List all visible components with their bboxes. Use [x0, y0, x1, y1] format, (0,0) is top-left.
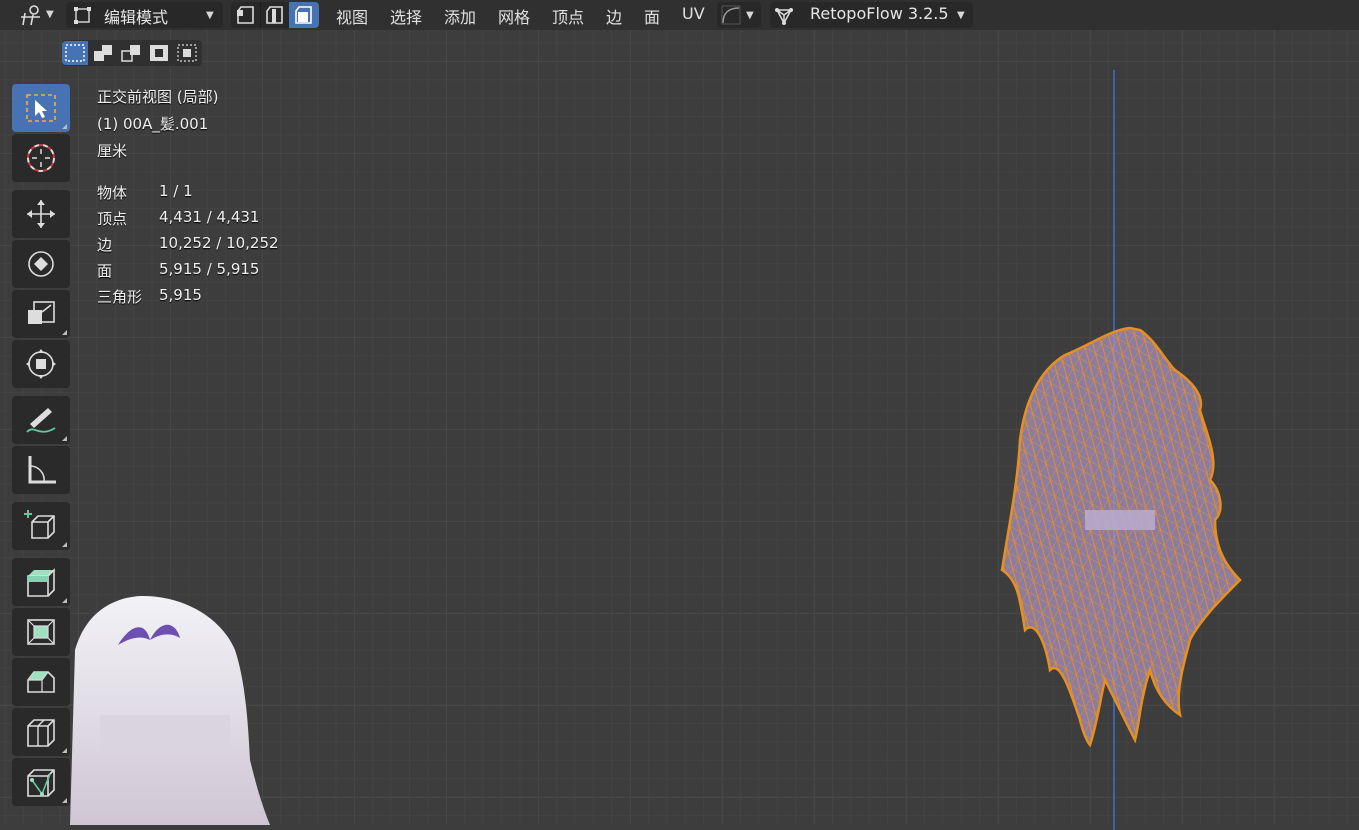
vertex-select-button[interactable]	[231, 2, 261, 28]
tool-inset[interactable]	[12, 608, 70, 656]
tool-add-cube[interactable]	[12, 502, 70, 550]
stat-label-triangles: 三角形	[97, 288, 143, 306]
select-invert-icon	[150, 45, 168, 61]
tool-variants-indicator	[62, 330, 67, 335]
stat-label-faces: 面	[97, 262, 113, 280]
hair-object-white[interactable]	[70, 590, 270, 825]
hair-wireframe-object[interactable]	[990, 320, 1250, 750]
tool-variants-indicator	[62, 542, 67, 547]
select-intersect-icon	[177, 44, 197, 62]
retopoflow-icon	[775, 8, 793, 25]
falloff-curve-icon	[721, 5, 741, 25]
stat-label-edges: 边	[97, 236, 113, 254]
loop-cut-icon	[27, 719, 55, 747]
select-new-icon	[65, 44, 85, 62]
stat-value-faces: 5,915 / 5,915	[159, 260, 260, 278]
tool-rotate[interactable]	[12, 240, 70, 288]
inset-icon	[27, 619, 55, 645]
object-icon	[21, 5, 40, 26]
select-subtract-icon	[121, 45, 140, 62]
edge-select-button[interactable]	[260, 2, 290, 28]
chevron-down-icon: ▼	[957, 10, 965, 21]
knife-icon	[27, 769, 55, 797]
stat-value-edges: 10,252 / 10,252	[159, 234, 279, 252]
chevron-down-icon: ▼	[746, 10, 754, 21]
cursor-icon	[27, 144, 55, 172]
retopoflow-dropdown[interactable]: RetopoFlow 3.2.5 ▼	[770, 2, 973, 28]
stat-value-objects: 1 / 1	[159, 182, 193, 200]
menu-select[interactable]: 选择	[390, 4, 422, 28]
vertex-select-icon	[237, 6, 254, 24]
tool-transform[interactable]	[12, 340, 70, 388]
retopoflow-label: RetopoFlow 3.2.5	[810, 4, 949, 23]
viewport-header: ▼ 编辑模式 ▼ 视图 选择 添加 网格 顶点 边 面 UV ▼ RetopoF…	[0, 0, 1359, 30]
menu-add[interactable]: 添加	[444, 4, 476, 28]
menu-vertex[interactable]: 顶点	[552, 4, 584, 28]
tool-move[interactable]	[12, 190, 70, 238]
menu-face[interactable]: 面	[644, 4, 660, 28]
tool-variants-indicator	[62, 124, 67, 129]
tool-scale[interactable]	[12, 290, 70, 338]
editor-type-button[interactable]: ▼	[14, 2, 58, 28]
menu-edge[interactable]: 边	[606, 4, 622, 28]
select-extend-button[interactable]	[90, 41, 116, 65]
tool-variants-indicator	[62, 436, 67, 441]
tool-variants-indicator	[62, 598, 67, 603]
chevron-down-icon: ▼	[206, 10, 214, 21]
select-mode-group	[231, 2, 319, 28]
view-name: 正交前视图 (局部)	[97, 88, 219, 106]
tool-loop-cut[interactable]	[12, 708, 70, 756]
move-icon	[27, 200, 55, 228]
tool-select-box[interactable]	[12, 84, 70, 132]
tool-annotate[interactable]	[12, 396, 70, 444]
menu-view[interactable]: 视图	[336, 4, 368, 28]
scale-icon	[28, 301, 55, 324]
units-label: 厘米	[97, 142, 128, 160]
add-cube-icon	[24, 510, 55, 539]
stat-value-triangles: 5,915	[159, 286, 202, 304]
mode-label: 编辑模式	[104, 8, 169, 27]
tool-knife[interactable]	[12, 758, 70, 806]
select-invert-button[interactable]	[146, 41, 172, 65]
tool-cursor[interactable]	[12, 134, 70, 182]
stat-label-objects: 物体	[97, 184, 128, 202]
transform-icon	[26, 349, 56, 379]
annotate-icon	[26, 408, 56, 433]
object-name: (1) 00A_髪.001	[97, 115, 209, 133]
select-new-button[interactable]	[62, 41, 88, 65]
proportional-edit-dropdown[interactable]: ▼	[717, 2, 761, 28]
chevron-down-icon: ▼	[46, 9, 54, 20]
face-select-button[interactable]	[289, 2, 319, 28]
edit-mode-icon	[74, 7, 91, 24]
select-box-icon	[26, 94, 56, 122]
face-select-icon	[295, 6, 312, 24]
tool-variants-indicator	[62, 798, 67, 803]
tool-measure[interactable]	[12, 446, 70, 494]
extrude-icon	[27, 568, 55, 597]
tool-extrude[interactable]	[12, 558, 70, 606]
menu-uv[interactable]: UV	[682, 4, 705, 23]
tool-variants-indicator	[62, 748, 67, 753]
tool-bevel[interactable]	[12, 658, 70, 706]
stat-label-vertices: 顶点	[97, 210, 128, 228]
select-extend-icon	[94, 45, 112, 61]
stat-value-vertices: 4,431 / 4,431	[159, 208, 260, 226]
mode-dropdown[interactable]: 编辑模式 ▼	[66, 2, 223, 28]
rotate-icon	[28, 251, 54, 277]
select-intersect-button[interactable]	[174, 41, 200, 65]
selection-mode-row	[62, 40, 202, 66]
measure-icon	[28, 456, 56, 484]
bevel-icon	[27, 671, 55, 693]
menu-mesh[interactable]: 网格	[498, 4, 530, 28]
select-subtract-button[interactable]	[118, 41, 144, 65]
edge-select-icon	[266, 6, 283, 24]
